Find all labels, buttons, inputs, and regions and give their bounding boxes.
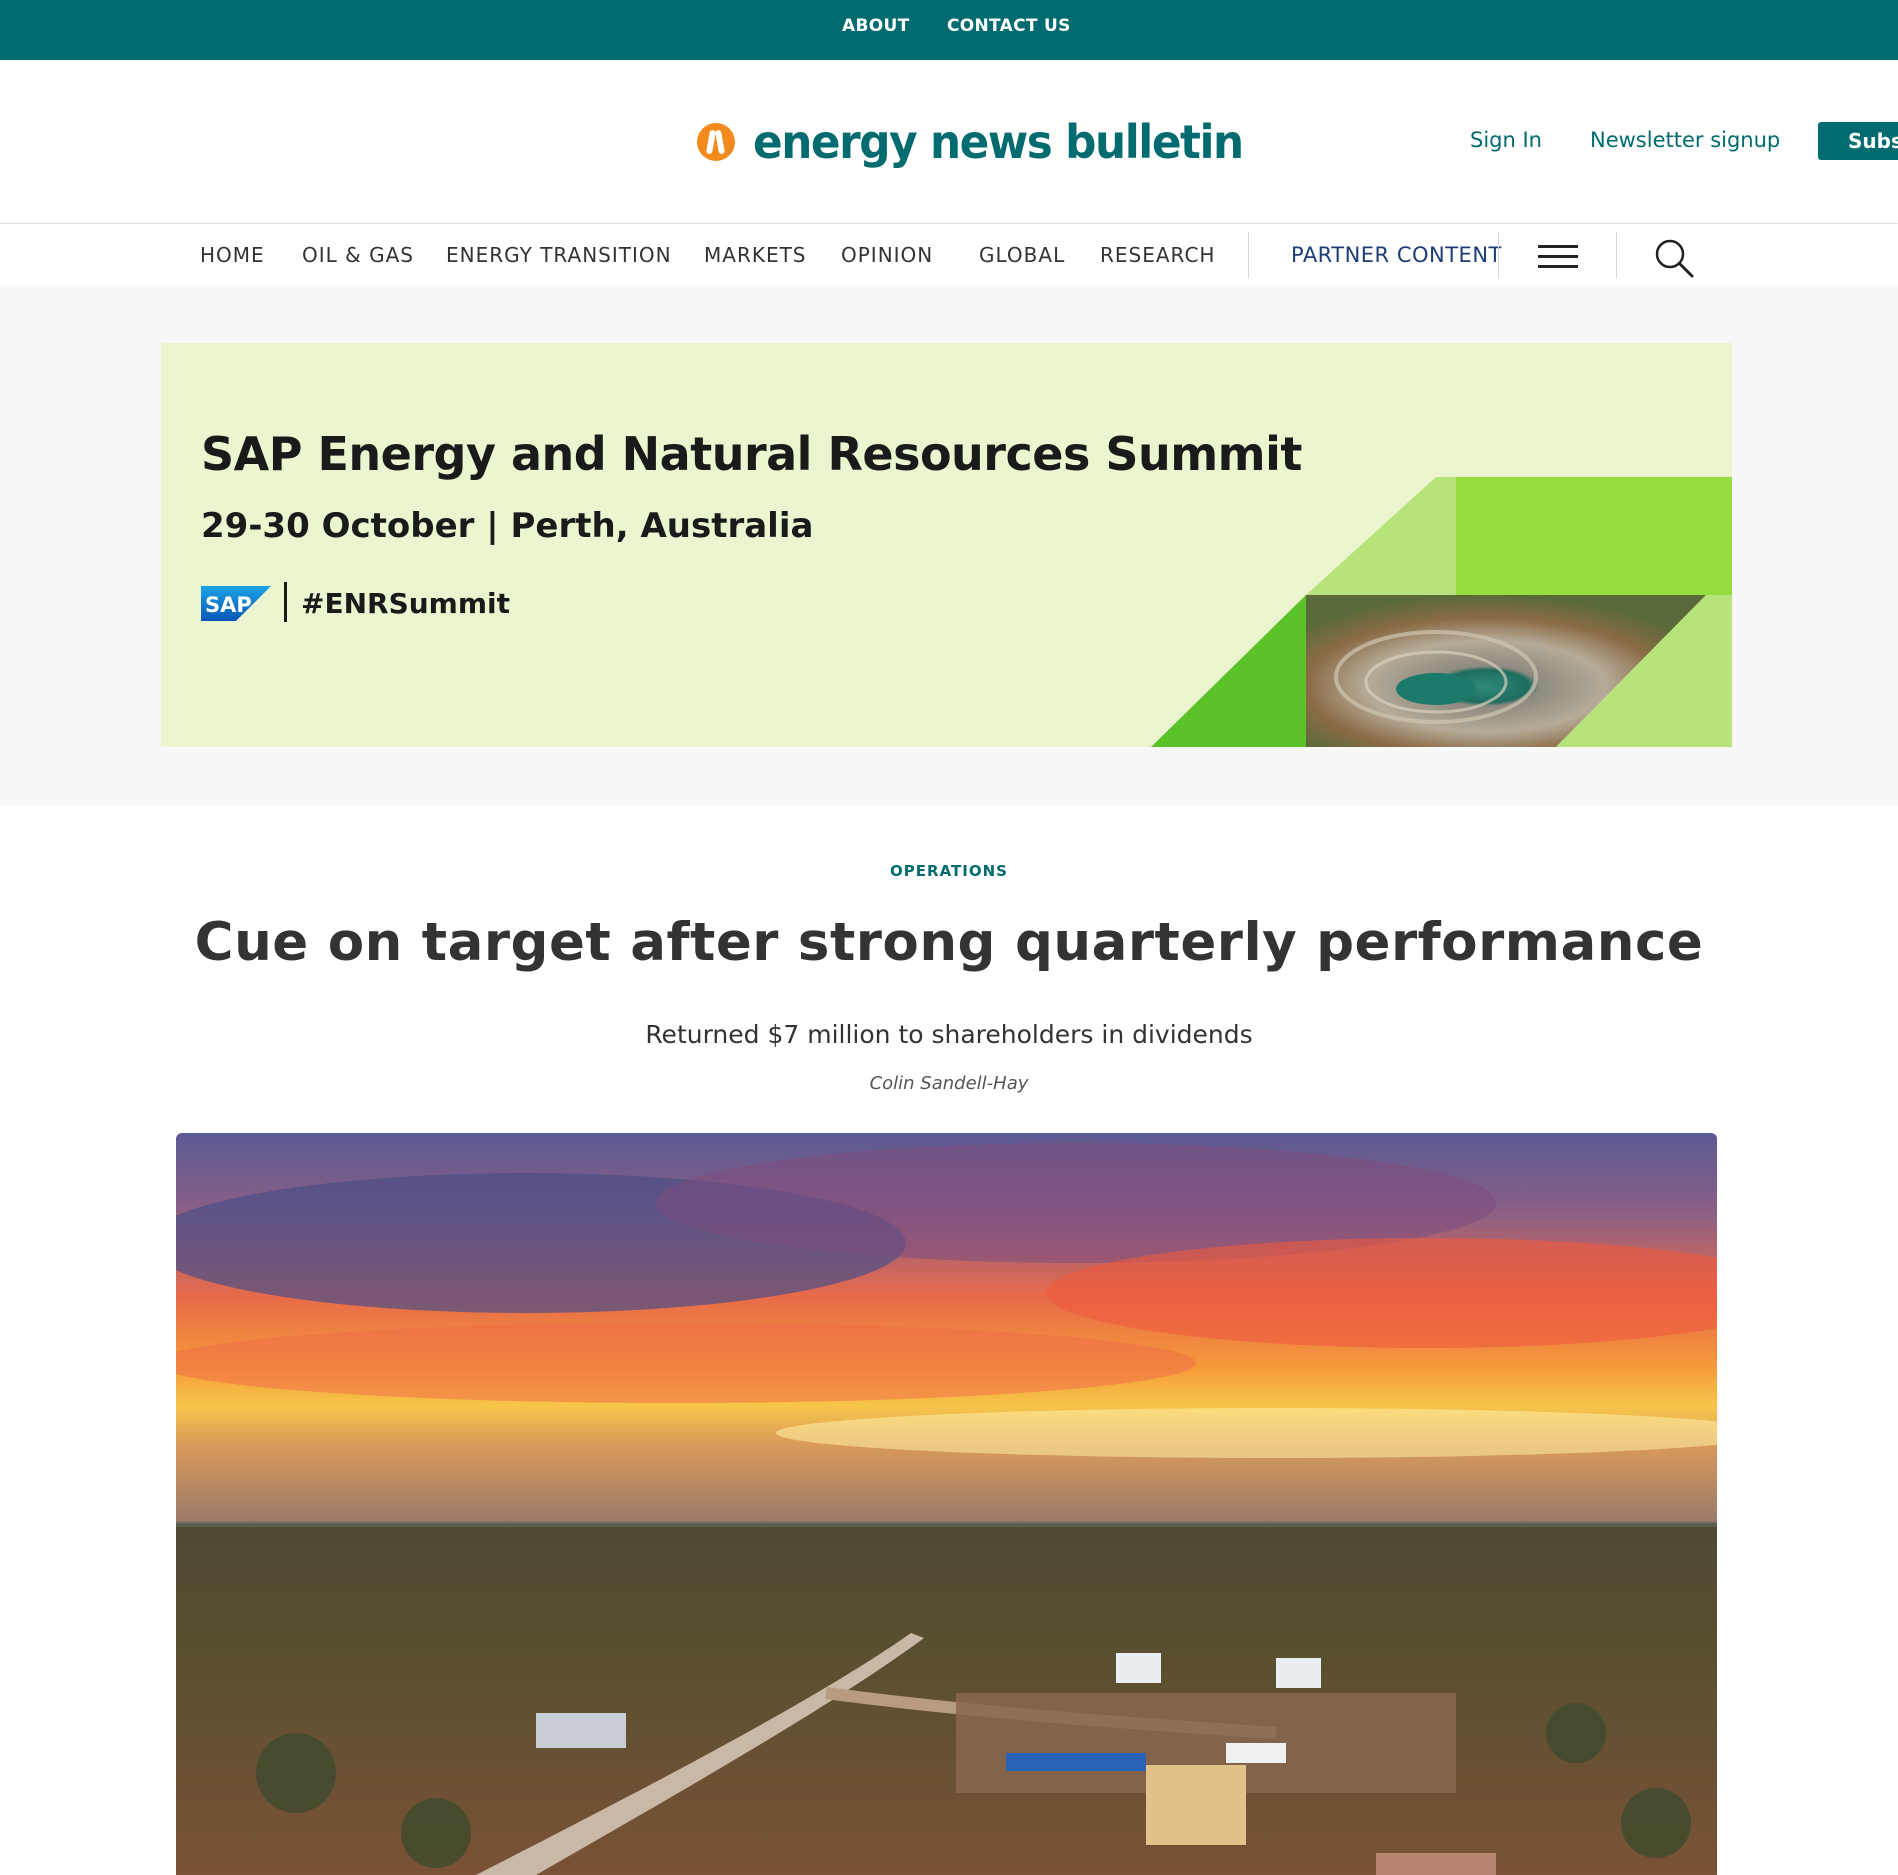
hamburger-menu-icon[interactable] bbox=[1538, 244, 1580, 270]
svg-text:SAP: SAP bbox=[205, 593, 252, 617]
ad-title: SAP Energy and Natural Resources Summit bbox=[201, 427, 1302, 481]
main-navigation: HOME OIL & GAS ENERGY TRANSITION MARKETS… bbox=[0, 223, 1898, 286]
advertisement-band: SAP Energy and Natural Resources Summit … bbox=[0, 285, 1898, 805]
article-subheading: Returned $7 million to shareholders in d… bbox=[645, 1020, 1253, 1049]
nav-item-opinion[interactable]: OPINION bbox=[841, 243, 933, 267]
top-utility-bar: ABOUT CONTACT US bbox=[0, 0, 1898, 60]
nav-item-partner-content[interactable]: PARTNER CONTENT bbox=[1291, 243, 1502, 267]
article-author[interactable]: Colin Sandell-Hay bbox=[0, 1073, 1898, 1094]
contact-us-link[interactable]: CONTACT US bbox=[947, 16, 1071, 36]
mine-pit-graphic bbox=[1151, 477, 1732, 747]
site-header: energy news bulletin Sign In Newsletter … bbox=[0, 60, 1898, 223]
nav-item-research[interactable]: RESEARCH bbox=[1100, 243, 1215, 267]
subscribe-button[interactable]: Subscribe bbox=[1818, 122, 1898, 160]
article-headline: Cue on target after strong quarterly per… bbox=[194, 912, 1704, 973]
search-icon[interactable] bbox=[1653, 237, 1695, 279]
ad-date: 29-30 October | Perth, Australia bbox=[201, 506, 814, 546]
site-logo[interactable]: energy news bulletin bbox=[697, 112, 1269, 172]
sap-logo-icon: SAP bbox=[201, 586, 271, 621]
article-category[interactable]: OPERATIONS bbox=[0, 862, 1898, 880]
nav-item-markets[interactable]: MARKETS bbox=[704, 243, 807, 267]
flame-logo-icon bbox=[697, 123, 735, 161]
newsletter-signup-link[interactable]: Newsletter signup bbox=[1590, 128, 1780, 152]
nav-divider bbox=[1248, 232, 1249, 278]
nav-divider bbox=[1616, 232, 1617, 278]
ad-hashtag: #ENRSummit bbox=[301, 587, 511, 620]
sign-in-link[interactable]: Sign In bbox=[1470, 128, 1542, 152]
nav-item-oil-gas[interactable]: OIL & GAS bbox=[302, 243, 414, 267]
about-link[interactable]: ABOUT bbox=[842, 16, 909, 36]
logo-wordmark: energy news bulletin bbox=[753, 115, 1244, 169]
ad-divider bbox=[284, 582, 287, 622]
article-hero-image bbox=[176, 1133, 1717, 1875]
nav-item-global[interactable]: GLOBAL bbox=[979, 243, 1065, 267]
nav-divider bbox=[1498, 232, 1499, 278]
sap-summit-banner-ad[interactable]: SAP Energy and Natural Resources Summit … bbox=[161, 343, 1732, 747]
nav-item-home[interactable]: HOME bbox=[200, 243, 265, 267]
nav-item-energy-transition[interactable]: ENERGY TRANSITION bbox=[446, 243, 672, 267]
